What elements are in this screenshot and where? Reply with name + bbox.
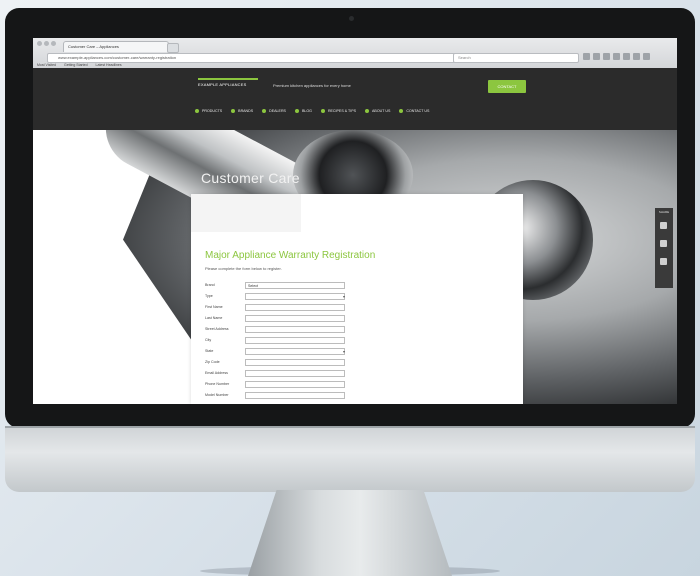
monitor-divider	[5, 426, 695, 428]
logo-accent-bar	[198, 78, 258, 80]
menu-icon[interactable]	[643, 53, 650, 60]
bullet-icon	[262, 109, 267, 113]
zip-input[interactable]	[245, 359, 345, 366]
form-row-address: Street Address	[205, 326, 355, 335]
bullet-icon	[399, 109, 404, 113]
sync-icon[interactable]	[633, 53, 640, 60]
bookmark-icon[interactable]	[583, 53, 590, 60]
site-tagline: Premium kitchen appliances for every hom…	[273, 83, 351, 88]
nav-item-brands[interactable]: BRANDS	[231, 106, 253, 116]
nav-label: RECIPES & TIPS	[327, 109, 357, 113]
nav-label: ABOUT US	[372, 109, 391, 113]
site-logo[interactable]: EXAMPLE APPLIANCES	[198, 78, 258, 92]
history-icon[interactable]	[613, 53, 620, 60]
field-label: City	[205, 338, 212, 342]
bullet-icon	[365, 109, 370, 113]
browser-tab[interactable]: Customer Care – Appliances	[63, 41, 169, 52]
browser-search-input[interactable]: Search	[453, 53, 579, 63]
nav-item-about[interactable]: ABOUT US	[365, 106, 390, 116]
address-input[interactable]	[245, 326, 345, 333]
window-close-icon[interactable]	[37, 41, 42, 46]
nav-item-recipes[interactable]: RECIPES & TIPS	[320, 106, 357, 116]
field-label: Type	[205, 294, 213, 298]
new-tab-button[interactable]	[167, 43, 179, 53]
first-name-input[interactable]	[245, 304, 345, 311]
phone-input[interactable]	[245, 381, 345, 388]
form-row-last-name: Last Name	[205, 315, 355, 324]
field-label: State	[205, 349, 214, 353]
nav-item-products[interactable]: PRODUCTS	[195, 106, 222, 116]
form-row-zip: Zip Code	[205, 359, 355, 368]
facebook-icon[interactable]	[660, 222, 667, 229]
form-row-first-name: First Name	[205, 304, 355, 313]
state-select[interactable]	[245, 348, 345, 355]
field-label: Street Address	[205, 327, 229, 331]
form-row-type: Type ▾	[205, 293, 355, 302]
field-label: Zip Code	[205, 360, 220, 364]
social-label: SHARE	[658, 210, 670, 214]
form-card-tab	[191, 194, 301, 232]
form-row-model: Model Number	[205, 392, 355, 401]
download-icon[interactable]	[593, 53, 600, 60]
chevron-down-icon[interactable]: ▾	[343, 294, 345, 299]
hero-banner: Customer Care Major Appliance Warranty R…	[33, 130, 677, 404]
email-input[interactable]	[245, 370, 345, 377]
nav-item-dealers[interactable]: DEALERS	[262, 106, 286, 116]
window-minimize-icon[interactable]	[44, 41, 49, 46]
field-label: Email Address	[205, 371, 228, 375]
toolbar-icons	[583, 53, 673, 61]
form-row-phone: Phone Number	[205, 381, 355, 390]
brand-input[interactable]: Select	[245, 282, 345, 289]
field-label: First Name	[205, 305, 223, 309]
site-header: EXAMPLE APPLIANCES Premium kitchen appli…	[33, 68, 677, 130]
city-input[interactable]	[245, 337, 345, 344]
nav-label: BLOG	[301, 109, 312, 113]
monitor-screen: Customer Care – Appliances www.example-a…	[33, 38, 677, 404]
type-select[interactable]	[245, 293, 345, 300]
bullet-icon	[294, 109, 299, 113]
social-sidebar	[655, 208, 673, 288]
last-name-input[interactable]	[245, 315, 345, 322]
field-label: Brand	[205, 283, 215, 287]
window-maximize-icon[interactable]	[51, 41, 56, 46]
nav-label: PRODUCTS	[202, 109, 223, 113]
address-bar[interactable]: www.example-appliances.com/customer-care…	[47, 53, 459, 63]
bullet-icon	[320, 109, 325, 113]
contact-button[interactable]: CONTACT	[488, 80, 526, 93]
nav-label: DEALERS	[269, 109, 286, 113]
email-icon[interactable]	[660, 258, 667, 265]
form-row-state: State ▾	[205, 348, 355, 357]
field-label: Last Name	[205, 316, 223, 320]
form-subtitle: Please complete the form below to regist…	[205, 266, 282, 271]
monitor-chin	[5, 426, 695, 492]
nav-label: BRANDS	[238, 109, 254, 113]
form-row-email: Email Address	[205, 370, 355, 379]
logo-text: EXAMPLE APPLIANCES	[198, 82, 247, 87]
nav-label: CONTACT US	[406, 109, 430, 113]
home-icon[interactable]	[603, 53, 610, 60]
form-row-brand: Brand Select	[205, 282, 355, 291]
extension-icon[interactable]	[623, 53, 630, 60]
form-row-city: City	[205, 337, 355, 346]
page-title: Customer Care	[201, 170, 300, 186]
chevron-down-icon[interactable]: ▾	[343, 349, 345, 354]
nav-item-blog[interactable]: BLOG	[294, 106, 312, 116]
camera-icon	[349, 16, 354, 21]
bullet-icon	[231, 109, 236, 113]
browser-chrome: Customer Care – Appliances www.example-a…	[33, 38, 677, 69]
bullet-icon	[195, 109, 199, 113]
main-nav: PRODUCTS BRANDS DEALERS BLOG RECIPES & T…	[195, 106, 429, 116]
form-title: Major Appliance Warranty Registration	[205, 250, 376, 261]
nav-item-contact[interactable]: CONTACT US	[399, 106, 429, 116]
monitor-stand	[248, 490, 452, 576]
model-input[interactable]	[245, 392, 345, 399]
field-label: Model Number	[205, 393, 229, 397]
field-label: Phone Number	[205, 382, 230, 386]
twitter-icon[interactable]	[660, 240, 667, 247]
